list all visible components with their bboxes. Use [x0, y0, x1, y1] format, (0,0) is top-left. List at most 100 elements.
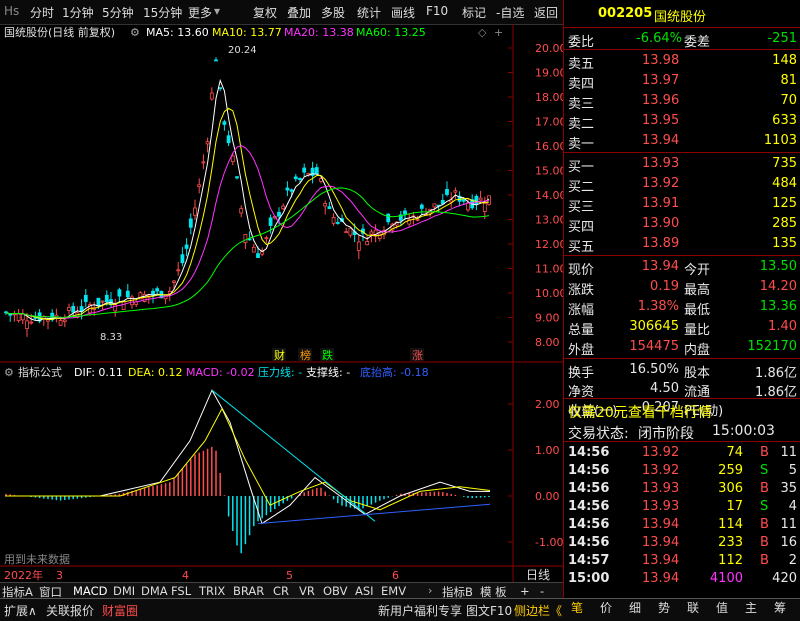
bid-row[interactable]: 买一 13.93 735	[564, 154, 800, 175]
quote-tab[interactable]: 细	[629, 599, 641, 616]
quote-tab[interactable]: 筹	[774, 599, 786, 616]
related-quote-button[interactable]: 关联报价	[46, 602, 94, 619]
ask-row[interactable]: 卖四 13.97 81	[564, 71, 800, 92]
candle-body	[403, 210, 407, 215]
bid-row[interactable]: 买二 13.92 484	[564, 174, 800, 195]
event-tag-ranking[interactable]: 榜	[300, 348, 311, 362]
event-tag-finance[interactable]: 财	[274, 348, 285, 362]
candle-body	[251, 246, 256, 253]
tick-time: 15:00	[568, 571, 610, 586]
indicator-tab[interactable]: EMV	[381, 584, 406, 598]
indicator-tab[interactable]: OBV	[323, 584, 347, 598]
candle-body	[155, 288, 160, 292]
indicator-tab[interactable]: FSL	[171, 584, 191, 598]
settings-gear-icon[interactable]: ⚙	[130, 26, 140, 39]
macd-label: MACD: -0.02	[186, 366, 255, 379]
bid-price: 13.91	[642, 196, 680, 211]
statistics-button[interactable]: 统计	[357, 4, 381, 21]
indicator-tab[interactable]: BRAR	[233, 584, 264, 598]
ask-row[interactable]: 卖二 13.95 633	[564, 111, 800, 132]
ask-row[interactable]: 卖一 13.94 1103	[564, 131, 800, 152]
ask-row[interactable]: 卖三 13.96 70	[564, 91, 800, 112]
bid-volume: 125	[772, 196, 797, 211]
restore-rights-button[interactable]: 复权	[253, 4, 277, 21]
event-tag-rise[interactable]: 涨	[412, 349, 423, 362]
tick-count: 2	[788, 553, 797, 568]
quote-tab[interactable]: 主	[745, 599, 757, 616]
stat-label: 总量	[568, 323, 595, 338]
new-user-promo-link[interactable]: 新用户福利专享	[378, 602, 462, 619]
f10-button[interactable]: F10	[426, 4, 448, 18]
scroll-right-icon[interactable]: ›	[428, 584, 432, 597]
indicator-tab[interactable]: MACD	[73, 584, 107, 598]
f10-graphic-button[interactable]: 图文F10	[466, 602, 512, 619]
stat-value: 1.40	[768, 319, 797, 334]
ma20-label: MA20: 13.38	[284, 26, 354, 39]
bid-volume: 484	[772, 176, 797, 191]
more-dropdown-icon[interactable]: ▾	[214, 4, 220, 18]
period-daily-label[interactable]: 日线	[526, 568, 550, 582]
draw-line-button[interactable]: 画线	[391, 4, 415, 21]
tab-intraday[interactable]: 分时	[30, 4, 54, 21]
expand-button[interactable]: 扩展∧	[4, 602, 37, 619]
back-button[interactable]: 返回	[534, 4, 558, 21]
candle-body	[466, 202, 470, 211]
ma10-label: MA10: 13.77	[212, 26, 282, 39]
indicator-tab[interactable]: TRIX	[199, 584, 225, 598]
bid-row[interactable]: 买三 13.91 125	[564, 194, 800, 215]
mark-button[interactable]: 标记	[462, 4, 486, 21]
wealth-circle-button[interactable]: 财富圈	[102, 602, 138, 619]
tab-1min[interactable]: 1分钟	[62, 4, 94, 21]
stat-label: 最低	[684, 303, 711, 318]
kline-chart-area[interactable]: 20.00 19.00 18.00 17.00 16.00 15.00 14.00 13.00…	[0, 24, 563, 598]
stat-value: 14.20	[759, 279, 797, 294]
diamond-icon[interactable]: ◇	[478, 26, 487, 39]
macd-tick-label: 0.00	[535, 490, 560, 503]
ask-row[interactable]: 卖五 13.98 148	[564, 51, 800, 72]
bid-label: 买五	[568, 240, 595, 255]
stat-label: 最高	[684, 283, 711, 298]
expand-icon[interactable]: +	[494, 26, 503, 39]
candle-body	[180, 254, 185, 264]
candle-body	[125, 290, 130, 298]
candle-body	[100, 300, 105, 303]
sub-gear-icon[interactable]: ⚙	[4, 366, 14, 379]
indicator-tab-right[interactable]: -	[540, 584, 544, 598]
ma5-label: MA5: 13.60	[146, 26, 209, 39]
indicator-tab[interactable]: CR	[273, 584, 289, 598]
indicator-tab[interactable]: ASI	[355, 584, 374, 598]
price-tick-label: 20.00	[535, 42, 563, 55]
event-tag-drop[interactable]: 跌	[322, 348, 333, 362]
dif-label: DIF: 0.11	[74, 366, 123, 379]
candle-body	[184, 244, 189, 249]
indicator-tab-right[interactable]: +	[520, 584, 530, 598]
quote-tab[interactable]: 值	[716, 599, 728, 616]
macd-tick-label: 2.00	[535, 398, 560, 411]
quote-tab[interactable]: 势	[658, 599, 670, 616]
indicator-tab[interactable]: DMI	[113, 584, 135, 598]
remove-favorite-button[interactable]: -自选	[496, 4, 524, 21]
tick-row: 14:56 13.93 17 S 4	[564, 497, 800, 515]
tick-volume: 114	[718, 517, 743, 532]
bid-row[interactable]: 买四 13.90 285	[564, 214, 800, 235]
promo-depth-link[interactable]: 仅需20元查看千档行情	[568, 402, 712, 422]
candle-body	[419, 204, 424, 209]
indicator-tab[interactable]: DMA	[141, 584, 168, 598]
overlay-button[interactable]: 叠加	[287, 4, 311, 21]
multi-stock-button[interactable]: 多股	[321, 4, 345, 21]
quote-tab[interactable]: 联	[687, 599, 699, 616]
tab-15min[interactable]: 15分钟	[143, 4, 182, 21]
sidebar-toggle[interactable]: 侧边栏《	[514, 602, 562, 619]
quote-tab[interactable]: 笔	[571, 599, 583, 616]
pressure-line-label: 压力线: -	[258, 365, 302, 379]
quote-tab[interactable]: 价	[600, 599, 612, 616]
candle-body	[289, 189, 294, 192]
ma-line	[5, 187, 490, 318]
tab-5min[interactable]: 5分钟	[102, 4, 134, 21]
bid-row[interactable]: 买五 13.89 135	[564, 234, 800, 255]
candle-body	[193, 207, 197, 216]
tab-more[interactable]: 更多	[188, 4, 212, 21]
ask-label: 卖五	[568, 57, 595, 72]
indicator-tab[interactable]: VR	[299, 584, 315, 598]
price-tick-label: 16.00	[535, 140, 563, 153]
